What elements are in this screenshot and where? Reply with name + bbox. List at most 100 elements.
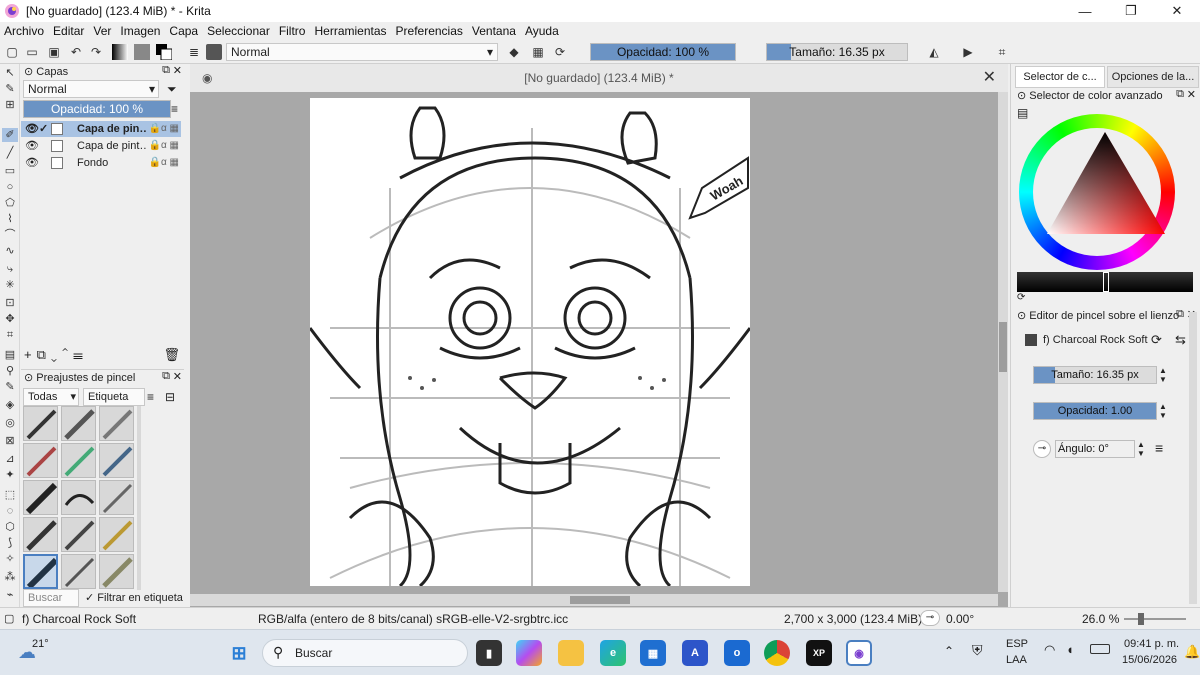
fill-tool-icon[interactable]: ◈ <box>2 398 18 412</box>
layer-lock-alpha-icon[interactable]: 🔒α ▦ <box>149 155 179 171</box>
eye-icon[interactable]: 👁 <box>25 155 39 171</box>
contiguous-select-icon[interactable]: ✧ <box>2 552 18 566</box>
similar-select-icon[interactable]: ⁂ <box>2 570 18 584</box>
reference-tool-icon[interactable]: ✦ <box>2 468 18 482</box>
layer-properties-icon[interactable]: ☰ <box>73 347 88 362</box>
gradient-swatch-icon[interactable] <box>112 44 128 60</box>
opacity-slider[interactable]: Opacidad: 100 % <box>590 43 736 61</box>
menu-icon[interactable]: ≡ <box>1155 440 1163 456</box>
float-panel-icon[interactable]: ⧉ <box>1176 308 1184 321</box>
menu-capa[interactable]: Capa <box>169 24 198 38</box>
polygon-tool-icon[interactable]: ⬠ <box>2 196 18 210</box>
brush-preset-7[interactable] <box>23 480 58 515</box>
filter-icon[interactable]: ⏷ <box>167 82 177 97</box>
close-panel-icon[interactable]: ✕ <box>173 370 182 383</box>
start-menu-icon[interactable]: ⊞ <box>226 640 252 666</box>
freehand-path-icon[interactable]: ∿ <box>2 244 18 258</box>
preset-search-input[interactable]: Buscar <box>23 589 79 607</box>
layer-lock-alpha-icon[interactable]: 🔒α ▦ <box>149 121 179 137</box>
save-icon[interactable]: ▣ <box>46 44 62 60</box>
brush-preset-1[interactable] <box>23 406 58 441</box>
layer-opacity-slider[interactable]: Opacidad: 100 % <box>23 100 171 118</box>
brush-preset-9[interactable] <box>99 480 134 515</box>
reload-preset-icon[interactable]: ⟳ <box>552 44 568 60</box>
menu-preferencias[interactable]: Preferencias <box>396 24 463 38</box>
close-window-button[interactable]: ✕ <box>1154 0 1200 22</box>
filter-by-tag-checkbox[interactable]: ✓ Filtrar en etiqueta <box>85 591 183 604</box>
app-icon-a[interactable]: A <box>682 640 708 666</box>
angle-dial[interactable]: ⊸ <box>1033 440 1051 458</box>
notifications-icon[interactable]: 🔔 <box>1184 644 1200 660</box>
bezier-tool-icon[interactable]: ⌒ <box>2 228 18 242</box>
drawing-canvas[interactable]: Woah <box>310 98 750 586</box>
brush-preset-13-selected[interactable] <box>23 554 58 589</box>
text-tool-icon[interactable]: ✎ <box>2 82 18 96</box>
add-layer-icon[interactable]: + <box>24 347 37 362</box>
brush-preset-11[interactable] <box>61 517 96 552</box>
alpha-lock-icon[interactable]: ▦ <box>530 44 546 60</box>
menu-editar[interactable]: Editar <box>53 24 84 38</box>
close-panel-icon[interactable]: ✕ <box>1187 88 1196 101</box>
close-document-icon[interactable]: ✕ <box>983 64 996 92</box>
maximize-button[interactable]: ❐ <box>1108 0 1154 22</box>
horizontal-scroll-thumb[interactable] <box>570 596 630 604</box>
menu-seleccionar[interactable]: Seleccionar <box>207 24 270 38</box>
zoom-slider-thumb[interactable] <box>1138 613 1144 625</box>
new-document-icon[interactable]: ▢ <box>4 44 20 60</box>
menu-archivo[interactable]: Archivo <box>4 24 44 38</box>
brush-preset-12[interactable] <box>99 517 134 552</box>
tag-select[interactable]: Etiqueta <box>83 388 145 406</box>
eye-icon[interactable]: 👁 <box>25 121 39 137</box>
float-panel-icon[interactable]: ⧉ <box>162 64 170 77</box>
security-icon[interactable]: ⛨ <box>972 642 983 659</box>
eye-icon[interactable]: 👁 <box>25 138 39 154</box>
brush-settings-icon[interactable]: ≣ <box>186 44 202 60</box>
move-up-icon[interactable]: ⌃ <box>62 347 73 362</box>
color-wheel[interactable] <box>1019 114 1175 270</box>
wifi-icon[interactable]: ◠ <box>1044 642 1055 658</box>
brush-preset-4[interactable] <box>23 443 58 478</box>
ellipse-select-icon[interactable]: ◌ <box>2 504 18 518</box>
brush-options-icon[interactable]: ⇆ <box>1175 332 1186 348</box>
task-view-icon[interactable]: ▮ <box>476 640 502 666</box>
fg-bg-color-icon[interactable] <box>156 44 172 60</box>
refresh-icon[interactable]: ⟳ <box>1017 292 1025 303</box>
freehand-brush-icon[interactable]: ✐ <box>2 128 18 142</box>
panel-collapse-icon[interactable]: ⊙ <box>24 66 33 78</box>
redo-icon[interactable]: ↷ <box>88 44 104 60</box>
outlook-icon[interactable]: o <box>724 640 750 666</box>
brush-opacity-slider[interactable]: Opacidad: 1.00 <box>1033 402 1157 420</box>
presets-scrollbar[interactable] <box>137 406 141 590</box>
angle-spin-arrows[interactable]: ▲ ▼ <box>1137 440 1145 458</box>
menu-imagen[interactable]: Imagen <box>120 24 160 38</box>
zoom-slider[interactable] <box>1124 613 1186 625</box>
brush-preset-2[interactable] <box>61 406 96 441</box>
smart-patch-icon[interactable]: ✎ <box>2 380 18 394</box>
tab-color-selector[interactable]: Selector de c... <box>1015 66 1105 88</box>
layer-options-icon[interactable]: ≡ <box>171 102 178 116</box>
opacity-spin-arrows[interactable]: ▲ ▼ <box>1159 402 1167 420</box>
line-tool-icon[interactable]: ╱ <box>2 146 18 160</box>
chrome-icon[interactable] <box>764 640 790 666</box>
copilot-icon[interactable] <box>516 640 542 666</box>
vertical-scrollbar[interactable] <box>998 92 1008 592</box>
xp-pen-icon[interactable]: XP <box>806 640 832 666</box>
panel-collapse-icon[interactable]: ⊙ <box>1017 310 1026 322</box>
dock-scrollbar[interactable] <box>1189 312 1197 604</box>
undo-icon[interactable]: ↶ <box>68 44 84 60</box>
brush-preset-8[interactable] <box>61 480 96 515</box>
pattern-swatch-icon[interactable] <box>134 44 150 60</box>
select-shapes-icon[interactable]: ↖ <box>2 66 18 80</box>
file-explorer-icon[interactable] <box>558 640 584 666</box>
brush-preset-3[interactable] <box>99 406 134 441</box>
assistant-tool-icon[interactable]: ⊠ <box>2 434 18 448</box>
menu-ver[interactable]: Ver <box>93 24 111 38</box>
rotation-dial[interactable]: ⊸ <box>920 610 940 626</box>
reload-preset-icon[interactable]: ⟳ <box>1151 332 1162 348</box>
menu-herramientas[interactable]: Herramientas <box>314 24 386 38</box>
clock-time[interactable]: 09:41 p. m. <box>1124 638 1179 650</box>
mirror-vertical-icon[interactable]: ▶ <box>960 44 976 60</box>
menu-ventana[interactable]: Ventana <box>472 24 516 38</box>
layer-blend-select[interactable]: Normal ▾ <box>23 80 159 98</box>
language-code[interactable]: ESP <box>1006 638 1028 650</box>
